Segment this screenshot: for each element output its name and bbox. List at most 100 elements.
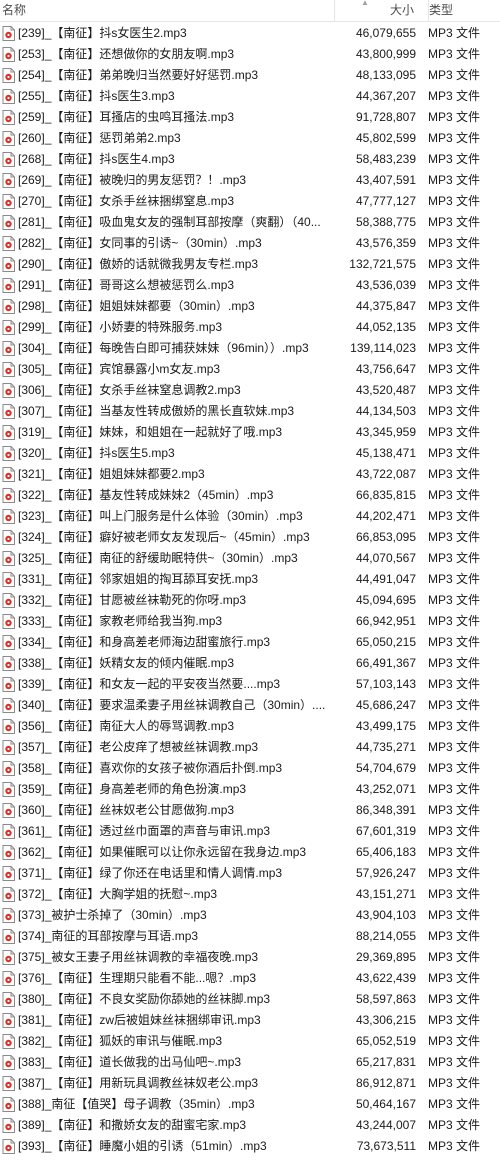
file-name: [254]_【南征】弟弟晚归当然要好好惩罚.mp3 <box>18 68 259 82</box>
file-row[interactable]: [359]_【南征】身高差老师的角色扮演.mp3 43,252,071 MP3 文件 <box>0 779 500 800</box>
file-size: 44,491,047 <box>355 572 416 586</box>
mp3-file-icon <box>2 992 15 1007</box>
mp3-file-icon <box>2 1055 15 1070</box>
file-row[interactable]: [371]_【南征】绿了你还在电话里和情人调情.mp3 57,926,247 MP3… <box>0 863 500 884</box>
file-row[interactable]: [281]_【南征】吸血鬼女友的强制耳部按摩（爽翻）（40... 58,388,7… <box>0 212 500 233</box>
file-row[interactable]: [306]_【南征】女杀手丝袜窒息调教2.mp3 43,520,487 MP3 文件 <box>0 380 500 401</box>
file-type: MP3 文件 <box>428 635 481 649</box>
file-row[interactable]: [307]_【南征】当基友性转成傲娇的黑长直软妹.mp3 44,134,503 MP… <box>0 401 500 422</box>
file-row[interactable]: [305]_【南征】宾馆暴露小m女友.mp3 43,756,647 MP3 文件 <box>0 359 500 380</box>
file-row[interactable]: [339]_【南征】和女友一起的平安夜当然要....mp3 57,103,143 M… <box>0 674 500 695</box>
file-size: 44,052,135 <box>355 320 416 334</box>
file-name: [356]_【南征】南征大人的辱骂调教.mp3 <box>18 719 235 733</box>
file-row[interactable]: [362]_【南征】如果催眠可以让你永远留在我身边.mp3 65,406,183 M… <box>0 842 500 863</box>
file-type: MP3 文件 <box>428 341 481 355</box>
file-row[interactable]: [387]_【南征】用新玩具调教丝袜奴老公.mp3 86,912,871 MP3 文… <box>0 1073 500 1094</box>
file-row[interactable]: [321]_【南征】姐姐妹妹都要2.mp3 43,722,087 MP3 文件 <box>0 464 500 485</box>
file-row[interactable]: [373]_被护士杀掉了（30min）.mp3 43,904,103 MP3 文件 <box>0 905 500 926</box>
file-row[interactable]: [338]_【南征】妖精女友的倾内催眠.mp3 66,491,367 MP3 文件 <box>0 653 500 674</box>
file-row[interactable]: [322]_【南征】基友性转成妹妹2（45min）.mp3 66,835,815 M… <box>0 485 500 506</box>
mp3-file-icon <box>2 635 15 650</box>
file-row[interactable]: [268]_【南征】抖s医生4.mp3 58,483,239 MP3 文件 <box>0 149 500 170</box>
file-row[interactable]: [270]_【南征】女杀手丝袜捆绑窒息.mp3 47,777,127 MP3 文件 <box>0 191 500 212</box>
mp3-file-icon <box>2 740 15 755</box>
file-row[interactable]: [254]_【南征】弟弟晚归当然要好好惩罚.mp3 48,133,095 MP3 文… <box>0 65 500 86</box>
file-row[interactable]: [334]_【南征】和身高差老师海边甜蜜旅行.mp3 65,050,215 MP3 … <box>0 632 500 653</box>
mp3-file-icon <box>2 530 15 545</box>
file-row[interactable]: [358]_【南征】喜欢你的女孩子被你酒后扑倒.mp3 54,704,679 MP3… <box>0 758 500 779</box>
file-row[interactable]: [356]_【南征】南征大人的辱骂调教.mp3 43,499,175 MP3 文件 <box>0 716 500 737</box>
file-row[interactable]: [253]_【南征】还想做你的女朋友啊.mp3 43,800,999 MP3 文件 <box>0 44 500 65</box>
file-size: 67,601,319 <box>355 824 416 838</box>
file-size: 43,904,103 <box>355 908 416 922</box>
column-header-type[interactable]: 类型 <box>428 0 500 21</box>
file-row[interactable]: [324]_【南征】癖好被老师女友发现后~（45min）.mp3 66,853,0… <box>0 527 500 548</box>
file-row[interactable]: [375]_被女王妻子用丝袜调教的幸福夜晚.mp3 29,369,895 MP3 文… <box>0 947 500 968</box>
file-name: [361]_【南征】透过丝巾面罩的声音与审讯.mp3 <box>18 824 271 838</box>
file-row[interactable]: [290]_【南征】傲娇的话就微我男友专栏.mp3 132,721,575 MP3 … <box>0 254 500 275</box>
file-row[interactable]: [380]_【南征】不良女奖励你舔她的丝袜脚.mp3 58,597,863 MP3 … <box>0 989 500 1010</box>
file-row[interactable]: [382]_【南征】狐妖的审讯与催眠.mp3 65,052,519 MP3 文件 <box>0 1031 500 1052</box>
file-row[interactable]: [340]_【南征】要求温柔妻子用丝袜调教自己（30min）.... 45,686… <box>0 695 500 716</box>
column-header-name[interactable]: 名称 <box>2 0 332 21</box>
file-type: MP3 文件 <box>428 89 481 103</box>
file-row[interactable]: [282]_【南征】女同事的引诱~（30min）.mp3 43,576,359 MP… <box>0 233 500 254</box>
file-row[interactable]: [374]_南征的耳部按摩与耳语.mp3 88,214,055 MP3 文件 <box>0 926 500 947</box>
file-row[interactable]: [393]_【南征】睡魔小姐的引诱（51min）.mp3 73,673,511 MP… <box>0 1136 500 1157</box>
file-row[interactable]: [255]_【南征】抖s医生3.mp3 44,367,207 MP3 文件 <box>0 86 500 107</box>
file-row[interactable]: [381]_【南征】zw后被姐妹丝袜捆绑审讯.mp3 43,306,215 MP3 … <box>0 1010 500 1031</box>
file-row[interactable]: [298]_【南征】姐姐妹妹都要（30min）.mp3 44,375,847 MP3… <box>0 296 500 317</box>
file-type: MP3 文件 <box>428 320 481 334</box>
file-type: MP3 文件 <box>428 656 481 670</box>
file-row[interactable]: [389]_【南征】和撒娇女友的甜蜜宅家.mp3 43,244,007 MP3 文件 <box>0 1115 500 1136</box>
file-row[interactable]: [361]_【南征】透过丝巾面罩的声音与审讯.mp3 67,601,319 MP3 … <box>0 821 500 842</box>
file-size: 44,134,503 <box>355 404 416 418</box>
file-size: 58,388,775 <box>355 215 416 229</box>
file-row[interactable]: [383]_【南征】道长做我的出马仙吧~.mp3 65,217,831 MP3 文件 <box>0 1052 500 1073</box>
file-type: MP3 文件 <box>428 677 481 691</box>
file-row[interactable]: [319]_【南征】妹妹，和姐姐在一起就好了哦.mp3 43,345,959 MP3… <box>0 422 500 443</box>
file-type: MP3 文件 <box>428 866 481 880</box>
file-row[interactable]: [304]_【南征】每晚告白即可捕获妹妹（96min））.mp3 139,114,… <box>0 338 500 359</box>
file-row[interactable]: [291]_【南征】哥哥这么想被惩罚么.mp3 43,536,039 MP3 文件 <box>0 275 500 296</box>
file-type: MP3 文件 <box>428 278 481 292</box>
file-row[interactable]: [333]_【南征】家教老师给我当狗.mp3 66,942,951 MP3 文件 <box>0 611 500 632</box>
file-size: 48,133,095 <box>355 68 416 82</box>
file-row[interactable]: [388]_南征【值哭】母子调教（35min）.mp3 50,464,167 MP3… <box>0 1094 500 1115</box>
file-size: 66,853,095 <box>355 530 416 544</box>
file-name: [380]_【南征】不良女奖励你舔她的丝袜脚.mp3 <box>18 992 271 1006</box>
file-size: 44,367,207 <box>355 89 416 103</box>
file-row[interactable]: [376]_【南征】生理期只能看不能...嗯？.mp3 43,622,439 MP3… <box>0 968 500 989</box>
file-name: [372]_【南征】大胸学姐的抚慰~.mp3 <box>18 887 218 901</box>
file-row[interactable]: [259]_【南征】耳搔店的虫鸣耳搔法.mp3 91,728,807 MP3 文件 <box>0 107 500 128</box>
mp3-file-icon <box>2 278 15 293</box>
file-row[interactable]: [269]_【南征】被晚归的男友惩罚？！.mp3 43,407,591 MP3 文件 <box>0 170 500 191</box>
file-name: [306]_【南征】女杀手丝袜窒息调教2.mp3 <box>18 383 241 397</box>
file-row[interactable]: [320]_【南征】抖s医生5.mp3 45,138,471 MP3 文件 <box>0 443 500 464</box>
file-size: 47,777,127 <box>355 194 416 208</box>
column-header-size[interactable]: 大小 <box>334 0 416 21</box>
file-row[interactable]: [260]_【南征】惩罚弟弟2.mp3 45,802,599 MP3 文件 <box>0 128 500 149</box>
mp3-file-icon <box>2 26 15 41</box>
file-row[interactable]: [325]_【南征】南征的舒缓助眠特供~（30min）.mp3 44,070,56… <box>0 548 500 569</box>
file-size: 45,138,471 <box>355 446 416 460</box>
file-row[interactable]: [239]_【南征】抖s女医生2.mp3 46,079,655 MP3 文件 <box>0 23 500 44</box>
file-row[interactable]: [357]_【南征】老公皮痒了想被丝袜调教.mp3 44,735,271 MP3 文… <box>0 737 500 758</box>
file-name: [334]_【南征】和身高差老师海边甜蜜旅行.mp3 <box>18 635 271 649</box>
file-type: MP3 文件 <box>428 488 481 502</box>
file-row[interactable]: [299]_【南征】小娇妻的特殊服务.mp3 44,052,135 MP3 文件 <box>0 317 500 338</box>
file-name: [305]_【南征】宾馆暴露小m女友.mp3 <box>18 362 221 376</box>
mp3-file-icon <box>2 173 15 188</box>
file-size: 45,802,599 <box>355 131 416 145</box>
file-row[interactable]: [372]_【南征】大胸学姐的抚慰~.mp3 43,151,271 MP3 文件 <box>0 884 500 905</box>
file-row[interactable]: [332]_【南征】甘愿被丝袜勒死的你呀.mp3 45,094,695 MP3 文件 <box>0 590 500 611</box>
file-size: 43,244,007 <box>355 1118 416 1132</box>
mp3-file-icon <box>2 509 15 524</box>
mp3-file-icon <box>2 425 15 440</box>
file-row[interactable]: [331]_【南征】邻家姐姐的掏耳舔耳安抚.mp3 44,491,047 MP3 文… <box>0 569 500 590</box>
file-size: 43,407,591 <box>355 173 416 187</box>
file-row[interactable]: [360]_【南征】丝袜奴老公甘愿做狗.mp3 86,348,391 MP3 文件 <box>0 800 500 821</box>
file-row[interactable]: [323]_【南征】叫上门服务是什么体验（30min）.mp3 44,202,47… <box>0 506 500 527</box>
mp3-file-icon <box>2 215 15 230</box>
mp3-file-icon <box>2 908 15 923</box>
